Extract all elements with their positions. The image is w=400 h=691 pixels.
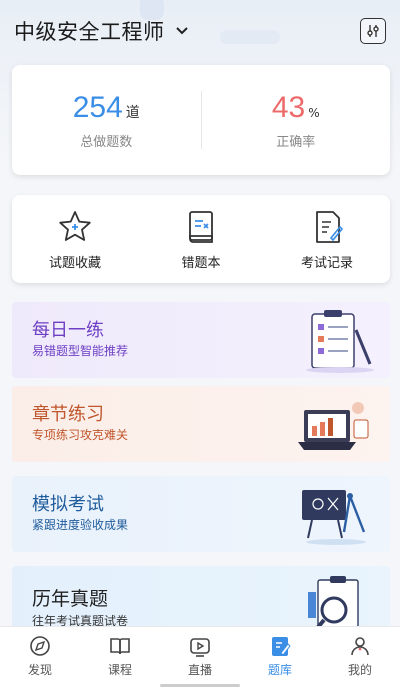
favorites-label: 试题收藏 — [48, 255, 101, 271]
profile-icon — [347, 633, 373, 659]
wrong-book-button[interactable]: 错题本 — [138, 208, 264, 271]
exam-record-label: 考试记录 — [300, 255, 353, 271]
quick-actions-card: 试题收藏 错题本 考试记录 — [12, 195, 390, 283]
blackboard-illustration — [302, 490, 366, 545]
total-questions-stat[interactable]: 254 道 总做题数 — [12, 91, 201, 150]
home-indicator — [160, 684, 240, 687]
tab-question-bank-label: 题库 — [267, 663, 292, 677]
exam-record-icon — [308, 208, 346, 246]
tab-course[interactable]: 课程 — [80, 627, 160, 691]
chapter-practice-subtitle: 专项练习攻克难关 — [32, 428, 129, 442]
bottom-tab-bar: 发现 课程 直播 题库 我的 — [0, 626, 400, 691]
accuracy-stat[interactable]: 43 % 正确率 — [202, 91, 391, 150]
tab-discover-label: 发现 — [27, 663, 52, 677]
past-papers-title: 历年真题 — [32, 588, 109, 610]
daily-practice-title: 每日一练 — [32, 320, 104, 341]
wrong-book-icon — [182, 208, 220, 246]
chevron-down-icon[interactable] — [175, 24, 189, 38]
filter-settings-button[interactable] — [360, 18, 386, 44]
tab-live-label: 直播 — [187, 663, 212, 677]
star-icon — [56, 208, 94, 246]
stats-card: 254 道 总做题数 43 % 正确率 — [12, 65, 390, 175]
accuracy-label: 正确率 — [276, 134, 316, 150]
question-bank-icon — [267, 633, 293, 659]
tab-discover[interactable]: 发现 — [0, 627, 80, 691]
favorites-button[interactable]: 试题收藏 — [12, 208, 138, 271]
chapter-practice-card[interactable]: 章节练习 专项练习攻克难关 — [12, 386, 390, 462]
checklist-illustration — [306, 310, 374, 373]
tab-profile[interactable]: 我的 — [320, 627, 400, 691]
accuracy-value: 43 — [271, 90, 306, 124]
mock-exam-subtitle: 紧跟进度验收成果 — [32, 518, 129, 532]
daily-practice-subtitle: 易错题型智能推荐 — [32, 344, 129, 358]
total-questions-value: 254 — [72, 90, 123, 124]
tab-course-label: 课程 — [107, 663, 132, 677]
page-title[interactable]: 中级安全工程师 — [14, 16, 165, 46]
discover-icon — [27, 633, 53, 659]
total-questions-unit: 道 — [125, 104, 140, 121]
tab-question-bank[interactable]: 题库 — [240, 627, 320, 691]
accuracy-unit: % — [308, 105, 320, 120]
live-icon — [187, 633, 213, 659]
daily-practice-card[interactable]: 每日一练 易错题型智能推荐 — [12, 302, 390, 378]
laptop-illustration — [298, 402, 369, 450]
header: 中级安全工程师 — [0, 0, 400, 62]
course-icon — [107, 633, 133, 659]
tab-profile-label: 我的 — [347, 663, 372, 677]
sliders-icon — [367, 25, 379, 37]
magnifier-illustration — [308, 576, 359, 630]
total-questions-label: 总做题数 — [80, 134, 133, 150]
mock-exam-card[interactable]: 模拟考试 紧跟进度验收成果 — [12, 476, 390, 552]
tab-live[interactable]: 直播 — [160, 627, 240, 691]
mock-exam-title: 模拟考试 — [32, 494, 104, 515]
chapter-practice-title: 章节练习 — [32, 404, 104, 425]
exam-record-button[interactable]: 考试记录 — [264, 208, 390, 271]
wrong-book-label: 错题本 — [181, 255, 221, 271]
past-papers-card[interactable]: 历年真题 往年考试真题试卷 — [12, 566, 390, 630]
